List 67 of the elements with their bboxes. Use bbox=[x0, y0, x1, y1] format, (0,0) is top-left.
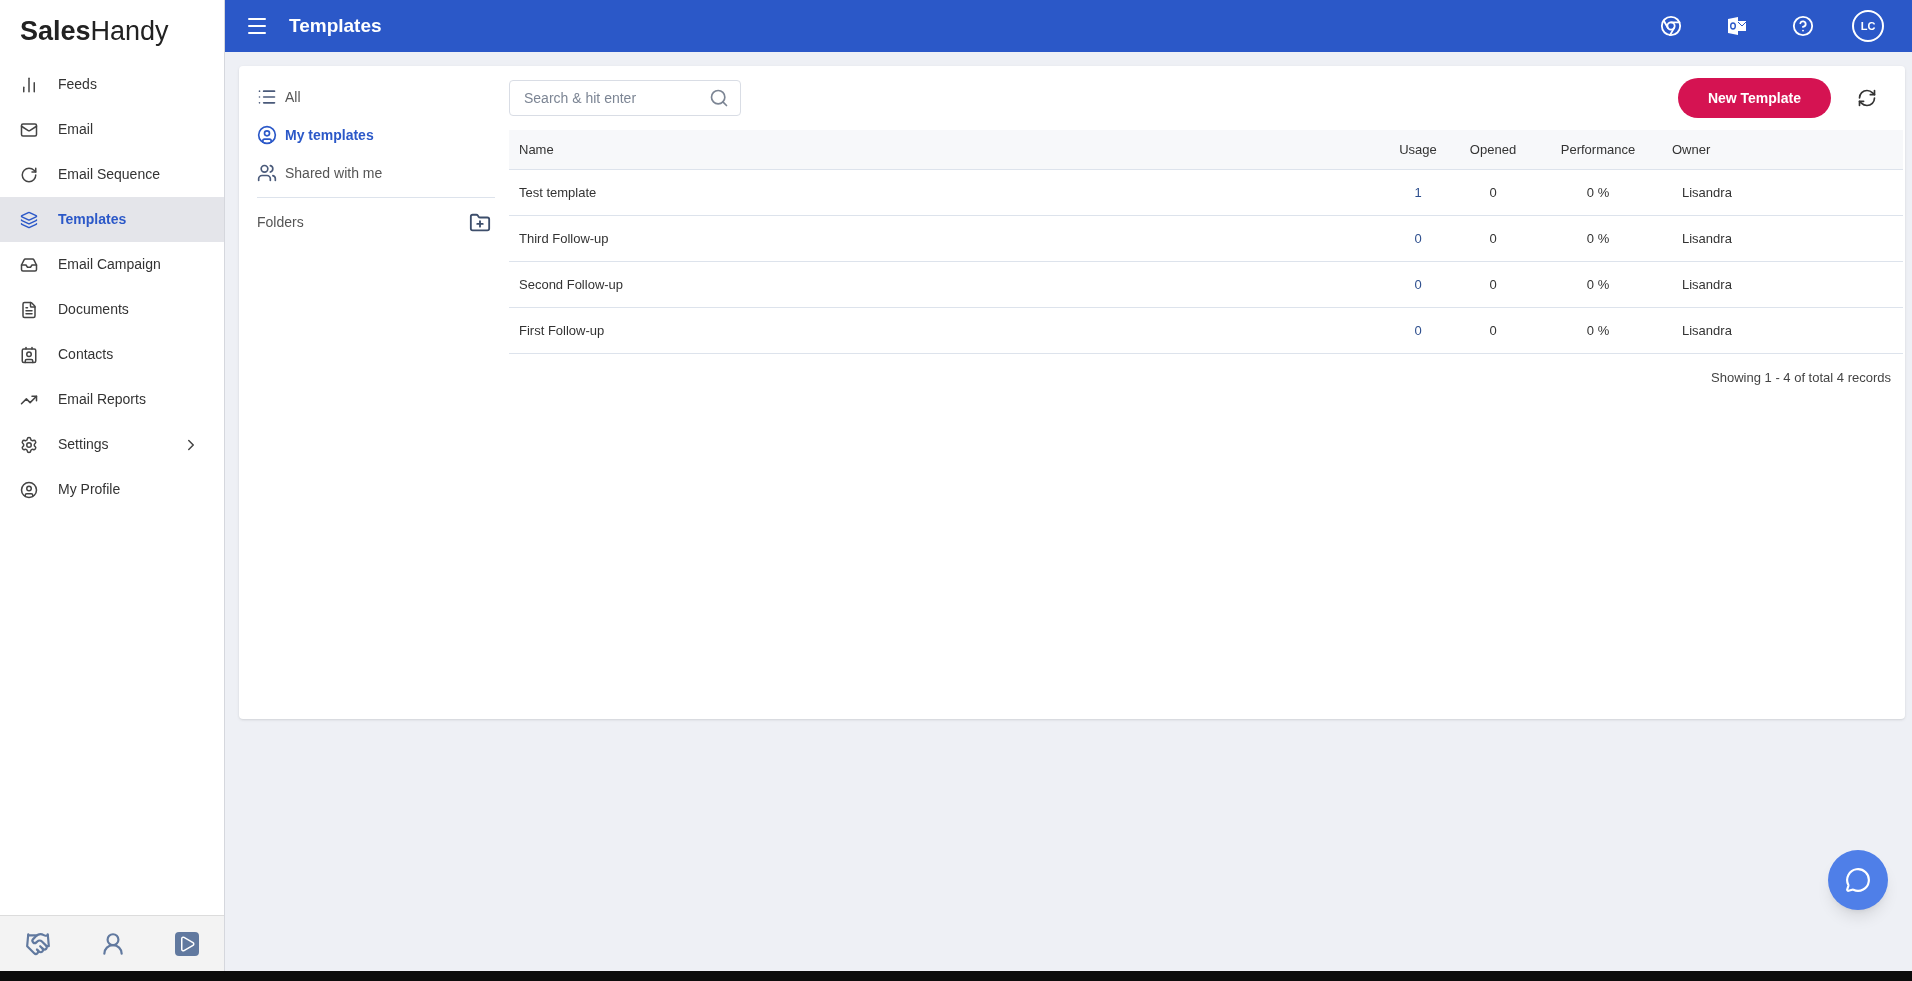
chat-bubble-icon bbox=[1845, 867, 1871, 893]
folders-label: Folders bbox=[257, 213, 304, 232]
table-cell-text: 1 bbox=[1413, 183, 1423, 202]
filter-item[interactable]: My templates bbox=[257, 116, 495, 154]
handshake-icon[interactable] bbox=[24, 930, 51, 957]
bar-chart-icon bbox=[20, 75, 38, 94]
refresh-icon bbox=[20, 165, 38, 184]
table-cell-text: 0 bbox=[1488, 183, 1498, 202]
column-header[interactable]: Usage bbox=[1378, 139, 1458, 160]
list-icon bbox=[257, 87, 277, 107]
search-field[interactable]: Search & hit enter bbox=[509, 80, 741, 116]
document-icon bbox=[20, 300, 38, 319]
envelope-icon bbox=[20, 120, 38, 139]
table-cell-text: Lisandra bbox=[1681, 183, 1733, 202]
sidebar-item[interactable]: Settings bbox=[0, 422, 224, 467]
avatar[interactable]: LC bbox=[1852, 10, 1884, 42]
sidebar-item[interactable]: Documents bbox=[0, 287, 224, 332]
play-icon[interactable] bbox=[175, 931, 200, 956]
sidebar-item[interactable]: Email bbox=[0, 107, 224, 152]
column-header[interactable]: Owner bbox=[1668, 139, 1903, 160]
table-cell-text: 0 % bbox=[1585, 183, 1611, 202]
sidebar-item[interactable]: Feeds bbox=[0, 62, 224, 107]
records-summary: Showing 1 - 4 of total 4 records bbox=[1711, 369, 1891, 387]
sidebar-item[interactable]: Email Campaign bbox=[0, 242, 224, 287]
table-cell-text: Lisandra bbox=[1681, 229, 1733, 248]
table-cell[interactable]: Test template bbox=[509, 182, 1378, 203]
table-cell-text: 0 % bbox=[1585, 229, 1611, 248]
filter-item[interactable]: All bbox=[257, 78, 495, 116]
user-circle-icon bbox=[257, 125, 277, 145]
people-icon bbox=[257, 163, 277, 183]
table-cell-text: 0 % bbox=[1585, 321, 1611, 340]
layers-icon bbox=[20, 210, 38, 229]
sidebar-item[interactable]: My Profile bbox=[0, 467, 224, 512]
user-circle-icon bbox=[20, 480, 38, 499]
add-folder-icon[interactable] bbox=[469, 211, 491, 234]
table-cell-text: Lisandra bbox=[1681, 321, 1733, 340]
mail-app-icon[interactable] bbox=[1726, 15, 1748, 37]
table-cell-text: 0 bbox=[1488, 321, 1498, 340]
column-header[interactable]: Opened bbox=[1458, 139, 1528, 160]
settings-icon bbox=[20, 435, 38, 454]
sidebar-item[interactable]: Contacts bbox=[0, 332, 224, 377]
table-cell-text: 0 bbox=[1488, 275, 1498, 294]
table-cell[interactable]: Second Follow-up bbox=[509, 274, 1378, 295]
table-cell-text: 0 bbox=[1413, 229, 1423, 248]
sidebar-item[interactable]: Email Sequence bbox=[0, 152, 224, 197]
table-cell-text: 0 bbox=[1413, 275, 1423, 294]
contact-card-icon bbox=[20, 345, 38, 364]
refresh-icon[interactable] bbox=[1857, 88, 1877, 108]
filter-item[interactable]: Shared with me bbox=[257, 154, 495, 192]
column-header[interactable]: Name bbox=[509, 139, 1378, 160]
chat-button[interactable] bbox=[1828, 850, 1888, 910]
logo: SalesHandy bbox=[20, 14, 169, 48]
table-cell[interactable]: First Follow-up bbox=[509, 320, 1378, 341]
table-cell-text: 0 bbox=[1488, 229, 1498, 248]
inbox-icon bbox=[20, 255, 38, 274]
sidebar-item[interactable]: Email Reports bbox=[0, 377, 224, 422]
search-icon[interactable] bbox=[709, 88, 729, 108]
table-cell-text: Lisandra bbox=[1681, 275, 1733, 294]
table-cell[interactable]: Third Follow-up bbox=[509, 228, 1378, 249]
table-cell-text: 0 bbox=[1413, 321, 1423, 340]
browser-icon[interactable] bbox=[1660, 15, 1682, 37]
new-template-button[interactable]: New Template bbox=[1677, 78, 1831, 118]
column-header[interactable]: Performance bbox=[1528, 139, 1668, 160]
help-icon[interactable] bbox=[1792, 15, 1814, 37]
page-title: Templates bbox=[289, 13, 383, 38]
table-cell-text: 0 % bbox=[1585, 275, 1611, 294]
sidebar-item[interactable]: Templates bbox=[0, 197, 224, 242]
